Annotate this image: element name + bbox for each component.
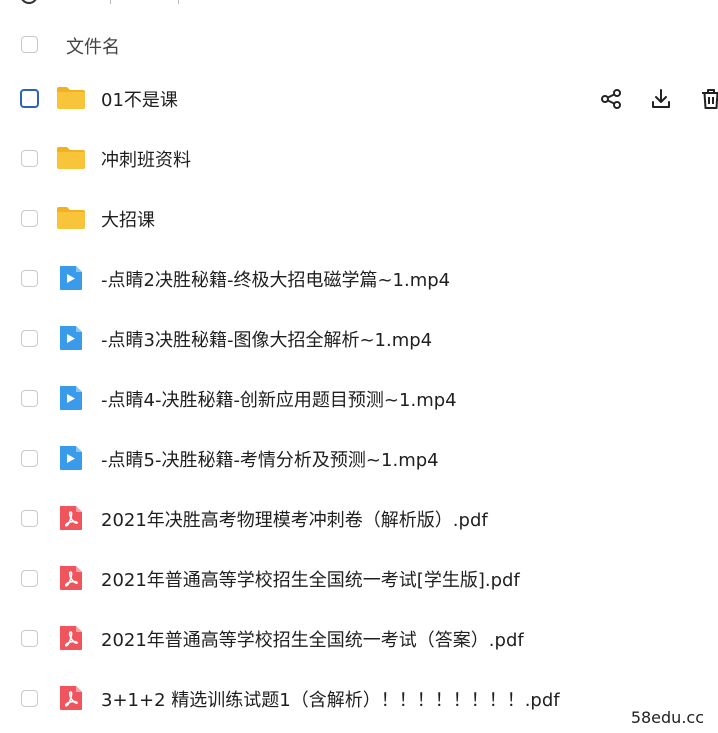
pdf-file-icon — [56, 565, 86, 591]
file-row[interactable]: 2021年普通高等学校招生全国统一考试[学生版].pdf — [0, 548, 718, 608]
divider — [178, 0, 179, 4]
folder-icon — [56, 85, 86, 111]
row-checkbox[interactable] — [21, 210, 38, 227]
folder-icon — [56, 145, 86, 171]
pdf-file-icon — [56, 685, 86, 711]
row-checkbox[interactable] — [21, 270, 38, 287]
file-name[interactable]: 2021年普通高等学校招生全国统一考试[学生版].pdf — [101, 566, 520, 592]
share-icon[interactable] — [598, 86, 624, 112]
row-actions — [598, 86, 718, 116]
divider — [110, 0, 111, 4]
file-name[interactable]: 冲刺班资料 — [101, 146, 191, 172]
watermark: 58edu.cc — [630, 708, 704, 727]
video-file-icon — [56, 265, 86, 291]
file-row[interactable]: 3+1+2 精选训练试题1（含解析）！！！！！！！！.pdf — [0, 668, 718, 728]
file-row[interactable]: 2021年普通高等学校招生全国统一考试（答案）.pdf — [0, 608, 718, 668]
list-header: 文件名 — [0, 14, 718, 74]
pdf-file-icon — [56, 505, 86, 531]
row-checkbox[interactable] — [21, 510, 38, 527]
folder-icon — [56, 205, 86, 231]
file-row[interactable]: -点睛2决胜秘籍-终极大招电磁学篇~1.mp4 — [0, 248, 718, 308]
file-row[interactable]: 大招课 — [0, 188, 718, 248]
toolbar-partial — [0, 0, 718, 12]
file-name[interactable]: -点睛2决胜秘籍-终极大招电磁学篇~1.mp4 — [101, 266, 450, 292]
file-row[interactable]: 2021年决胜高考物理模考冲刺卷（解析版）.pdf — [0, 488, 718, 548]
file-row[interactable]: 冲刺班资料 — [0, 128, 718, 188]
column-header-name[interactable]: 文件名 — [66, 33, 120, 59]
row-checkbox[interactable] — [21, 150, 38, 167]
file-name[interactable]: 大招课 — [101, 206, 155, 232]
select-all-checkbox[interactable] — [21, 36, 38, 53]
row-checkbox[interactable] — [21, 570, 38, 587]
file-row[interactable]: -点睛3决胜秘籍-图像大招全解析~1.mp4 — [0, 308, 718, 368]
row-checkbox[interactable] — [20, 89, 39, 108]
file-name[interactable]: 01不是课 — [101, 86, 178, 112]
file-name[interactable]: 2021年决胜高考物理模考冲刺卷（解析版）.pdf — [101, 506, 488, 532]
video-file-icon — [56, 325, 86, 351]
file-name[interactable]: -点睛3决胜秘籍-图像大招全解析~1.mp4 — [101, 326, 432, 352]
row-checkbox[interactable] — [21, 450, 38, 467]
row-checkbox[interactable] — [21, 690, 38, 707]
row-checkbox[interactable] — [21, 390, 38, 407]
download-icon[interactable] — [648, 86, 674, 112]
file-row[interactable]: 01不是课 — [0, 68, 718, 128]
file-name[interactable]: 3+1+2 精选训练试题1（含解析）！！！！！！！！.pdf — [101, 686, 560, 712]
search-icon[interactable] — [20, 0, 38, 4]
pdf-file-icon — [56, 625, 86, 651]
file-row[interactable]: -点睛4-决胜秘籍-创新应用题目预测~1.mp4 — [0, 368, 718, 428]
file-name[interactable]: -点睛5-决胜秘籍-考情分析及预测~1.mp4 — [101, 446, 439, 472]
video-file-icon — [56, 385, 86, 411]
file-row[interactable]: -点睛5-决胜秘籍-考情分析及预测~1.mp4 — [0, 428, 718, 488]
file-name[interactable]: -点睛4-决胜秘籍-创新应用题目预测~1.mp4 — [101, 386, 457, 412]
file-name[interactable]: 2021年普通高等学校招生全国统一考试（答案）.pdf — [101, 626, 524, 652]
row-checkbox[interactable] — [21, 630, 38, 647]
video-file-icon — [56, 445, 86, 471]
row-checkbox[interactable] — [21, 330, 38, 347]
delete-icon[interactable] — [698, 86, 718, 112]
